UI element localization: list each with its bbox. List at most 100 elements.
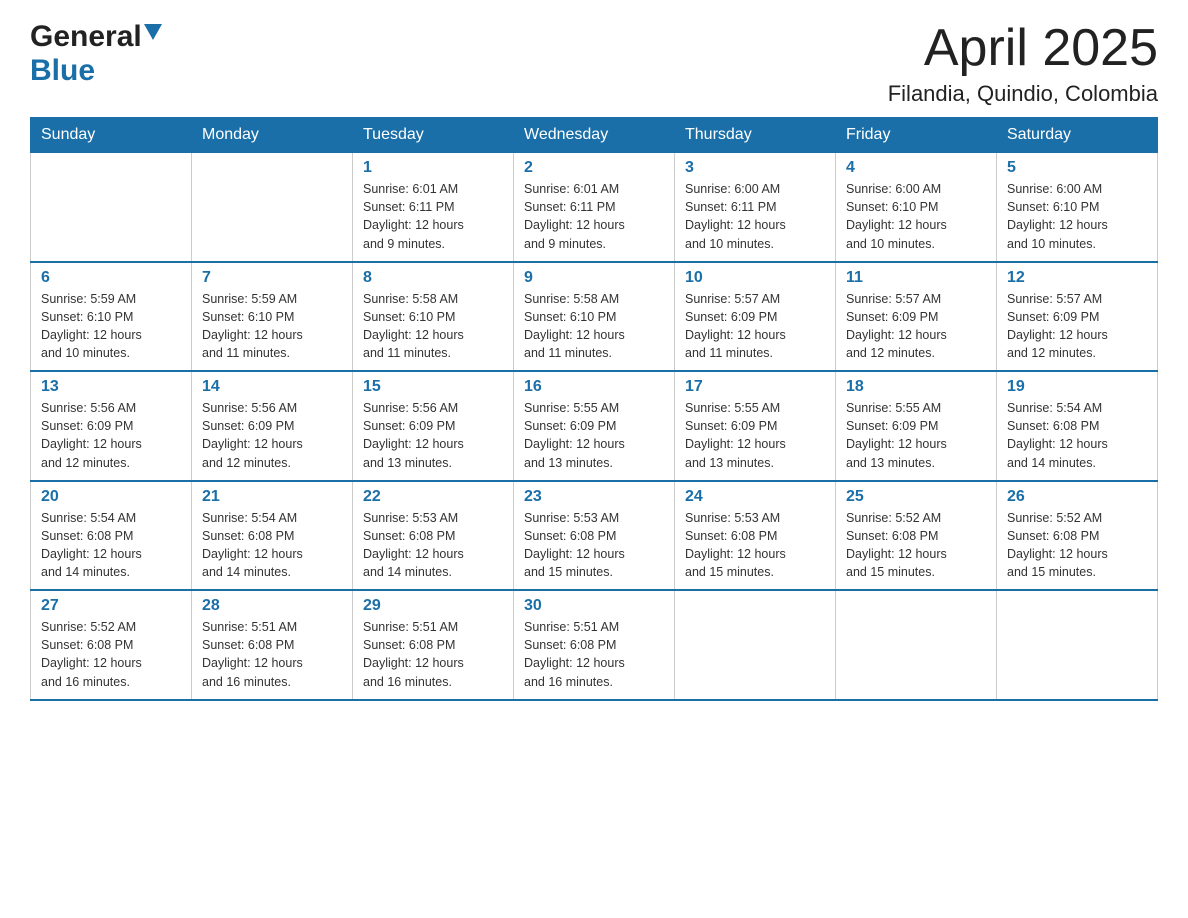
calendar-week-row: 1Sunrise: 6:01 AMSunset: 6:11 PMDaylight…	[31, 153, 1158, 262]
calendar-cell: 25 Sunrise: 5:52 AMSunset: 6:08 PMDayligh…	[836, 481, 997, 591]
day-number: 2	[524, 159, 664, 177]
page-title: April 2025	[888, 20, 1158, 77]
day-number: 8	[363, 269, 503, 287]
day-number: 16	[524, 378, 664, 396]
day-info: Sunrise: 6:00 AMSunset: 6:10 PMDaylight:…	[846, 180, 986, 253]
page-header: General Blue April 2025 Filandia, Quindi…	[30, 20, 1158, 107]
calendar-cell: 18Sunrise: 5:55 AMSunset: 6:09 PMDayligh…	[836, 371, 997, 481]
calendar-cell	[192, 153, 353, 262]
weekday-header: Saturday	[997, 118, 1158, 153]
day-number: 27	[41, 597, 181, 615]
day-number: 28	[202, 597, 342, 615]
day-info: Sunrise: 5:53 AMSunset: 6:08 PMDaylight:…	[524, 509, 664, 582]
day-number: 3	[685, 159, 825, 177]
day-number: 22	[363, 488, 503, 506]
day-info: Sunrise: 5:56 AMSunset: 6:09 PMDaylight:…	[41, 399, 181, 472]
day-number: 20	[41, 488, 181, 506]
calendar-table: SundayMondayTuesdayWednesdayThursdayFrid…	[30, 117, 1158, 701]
day-number: 10	[685, 269, 825, 287]
day-info: Sunrise: 5:52 AMSunset: 6:08 PMDaylight:…	[846, 509, 986, 582]
logo-blue-text: Blue	[30, 54, 95, 88]
calendar-cell	[675, 590, 836, 700]
day-number: 19	[1007, 378, 1147, 396]
calendar-cell: 12 Sunrise: 5:57 AMSunset: 6:09 PMDayligh…	[997, 262, 1158, 372]
calendar-cell: 22Sunrise: 5:53 AMSunset: 6:08 PMDayligh…	[353, 481, 514, 591]
day-number: 24	[685, 488, 825, 506]
day-number: 5	[1007, 159, 1147, 177]
calendar-cell: 15 Sunrise: 5:56 AMSunset: 6:09 PMDayligh…	[353, 371, 514, 481]
day-info: Sunrise: 5:56 AMSunset: 6:09 PMDaylight:…	[202, 399, 342, 472]
calendar-cell	[836, 590, 997, 700]
day-number: 12	[1007, 269, 1147, 287]
day-info: Sunrise: 5:59 AMSunset: 6:10 PMDaylight:…	[41, 290, 181, 363]
calendar-cell: 23 Sunrise: 5:53 AMSunset: 6:08 PMDayligh…	[514, 481, 675, 591]
calendar-week-row: 13 Sunrise: 5:56 AMSunset: 6:09 PMDayligh…	[31, 371, 1158, 481]
calendar-cell: 1Sunrise: 6:01 AMSunset: 6:11 PMDaylight…	[353, 153, 514, 262]
day-number: 9	[524, 269, 664, 287]
title-area: April 2025 Filandia, Quindio, Colombia	[888, 20, 1158, 107]
logo-area: General Blue	[30, 20, 162, 88]
day-info: Sunrise: 5:58 AMSunset: 6:10 PMDaylight:…	[363, 290, 503, 363]
day-info: Sunrise: 5:51 AMSunset: 6:08 PMDaylight:…	[202, 618, 342, 691]
calendar-cell: 30Sunrise: 5:51 AMSunset: 6:08 PMDayligh…	[514, 590, 675, 700]
calendar-cell: 3 Sunrise: 6:00 AMSunset: 6:11 PMDaylight…	[675, 153, 836, 262]
day-info: Sunrise: 5:55 AMSunset: 6:09 PMDaylight:…	[524, 399, 664, 472]
calendar-cell: 21 Sunrise: 5:54 AMSunset: 6:08 PMDayligh…	[192, 481, 353, 591]
calendar-cell: 28 Sunrise: 5:51 AMSunset: 6:08 PMDayligh…	[192, 590, 353, 700]
day-number: 13	[41, 378, 181, 396]
day-number: 1	[363, 159, 503, 177]
calendar-cell: 17Sunrise: 5:55 AMSunset: 6:09 PMDayligh…	[675, 371, 836, 481]
calendar-cell: 6 Sunrise: 5:59 AMSunset: 6:10 PMDaylight…	[31, 262, 192, 372]
day-number: 14	[202, 378, 342, 396]
calendar-cell	[31, 153, 192, 262]
day-info: Sunrise: 5:54 AMSunset: 6:08 PMDaylight:…	[1007, 399, 1147, 472]
calendar-cell: 24 Sunrise: 5:53 AMSunset: 6:08 PMDayligh…	[675, 481, 836, 591]
calendar-cell: 14 Sunrise: 5:56 AMSunset: 6:09 PMDayligh…	[192, 371, 353, 481]
day-number: 15	[363, 378, 503, 396]
day-info: Sunrise: 6:00 AMSunset: 6:11 PMDaylight:…	[685, 180, 825, 253]
weekday-header: Sunday	[31, 118, 192, 153]
day-info: Sunrise: 6:00 AMSunset: 6:10 PMDaylight:…	[1007, 180, 1147, 253]
day-info: Sunrise: 5:52 AMSunset: 6:08 PMDaylight:…	[1007, 509, 1147, 582]
calendar-cell: 2Sunrise: 6:01 AMSunset: 6:11 PMDaylight…	[514, 153, 675, 262]
day-info: Sunrise: 5:54 AMSunset: 6:08 PMDaylight:…	[202, 509, 342, 582]
day-info: Sunrise: 5:59 AMSunset: 6:10 PMDaylight:…	[202, 290, 342, 363]
day-info: Sunrise: 5:54 AMSunset: 6:08 PMDaylight:…	[41, 509, 181, 582]
calendar-cell: 7 Sunrise: 5:59 AMSunset: 6:10 PMDaylight…	[192, 262, 353, 372]
calendar-week-row: 20 Sunrise: 5:54 AMSunset: 6:08 PMDayligh…	[31, 481, 1158, 591]
calendar-cell: 13 Sunrise: 5:56 AMSunset: 6:09 PMDayligh…	[31, 371, 192, 481]
day-info: Sunrise: 5:57 AMSunset: 6:09 PMDaylight:…	[1007, 290, 1147, 363]
day-number: 6	[41, 269, 181, 287]
logo-general-text: General	[30, 20, 142, 54]
day-info: Sunrise: 5:51 AMSunset: 6:08 PMDaylight:…	[524, 618, 664, 691]
weekday-header: Friday	[836, 118, 997, 153]
calendar-cell: 16 Sunrise: 5:55 AMSunset: 6:09 PMDayligh…	[514, 371, 675, 481]
day-info: Sunrise: 5:56 AMSunset: 6:09 PMDaylight:…	[363, 399, 503, 472]
calendar-cell: 5 Sunrise: 6:00 AMSunset: 6:10 PMDaylight…	[997, 153, 1158, 262]
day-number: 21	[202, 488, 342, 506]
day-info: Sunrise: 5:53 AMSunset: 6:08 PMDaylight:…	[685, 509, 825, 582]
calendar-cell: 4 Sunrise: 6:00 AMSunset: 6:10 PMDaylight…	[836, 153, 997, 262]
logo-arrow-icon	[144, 24, 162, 47]
calendar-cell: 27 Sunrise: 5:52 AMSunset: 6:08 PMDayligh…	[31, 590, 192, 700]
day-info: Sunrise: 5:57 AMSunset: 6:09 PMDaylight:…	[685, 290, 825, 363]
weekday-header: Thursday	[675, 118, 836, 153]
day-info: Sunrise: 5:51 AMSunset: 6:08 PMDaylight:…	[363, 618, 503, 691]
day-number: 29	[363, 597, 503, 615]
day-number: 25	[846, 488, 986, 506]
day-info: Sunrise: 5:57 AMSunset: 6:09 PMDaylight:…	[846, 290, 986, 363]
day-number: 18	[846, 378, 986, 396]
weekday-header: Wednesday	[514, 118, 675, 153]
day-number: 7	[202, 269, 342, 287]
day-number: 4	[846, 159, 986, 177]
calendar-cell: 20 Sunrise: 5:54 AMSunset: 6:08 PMDayligh…	[31, 481, 192, 591]
calendar-cell: 9Sunrise: 5:58 AMSunset: 6:10 PMDaylight…	[514, 262, 675, 372]
day-info: Sunrise: 5:52 AMSunset: 6:08 PMDaylight:…	[41, 618, 181, 691]
calendar-cell: 10 Sunrise: 5:57 AMSunset: 6:09 PMDayligh…	[675, 262, 836, 372]
day-number: 23	[524, 488, 664, 506]
calendar-week-row: 6 Sunrise: 5:59 AMSunset: 6:10 PMDaylight…	[31, 262, 1158, 372]
day-number: 26	[1007, 488, 1147, 506]
calendar-week-row: 27 Sunrise: 5:52 AMSunset: 6:08 PMDayligh…	[31, 590, 1158, 700]
page-subtitle: Filandia, Quindio, Colombia	[888, 81, 1158, 107]
day-number: 11	[846, 269, 986, 287]
